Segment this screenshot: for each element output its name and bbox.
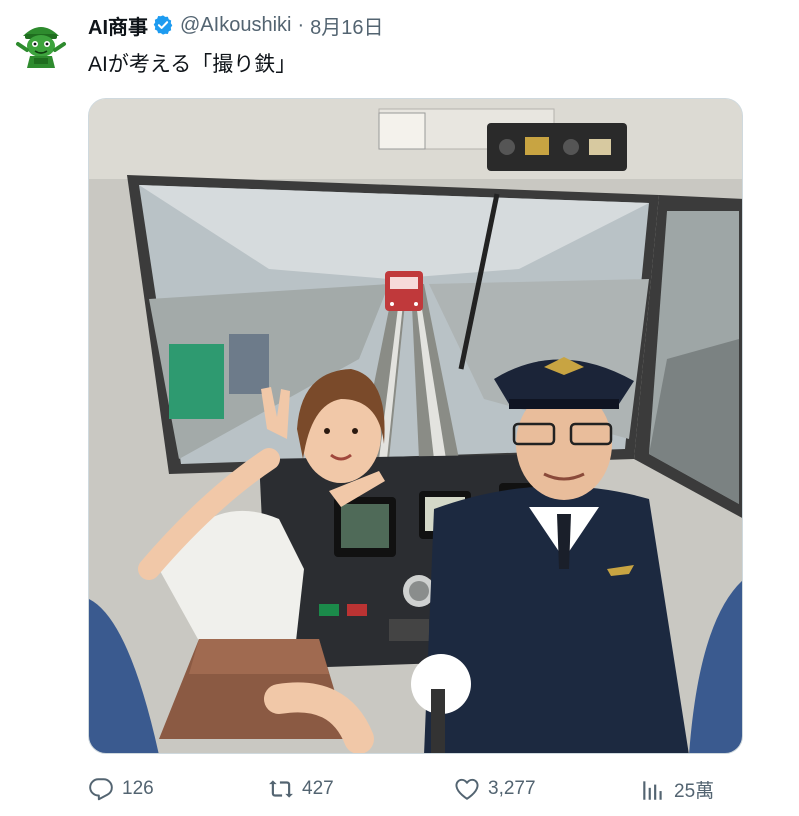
- speech-bubble-icon: [89, 778, 113, 801]
- tweet-text: AIが考える「撮り鉄」: [88, 53, 297, 76]
- verified-badge-icon: [152, 14, 174, 36]
- retweet-count: 427: [302, 778, 334, 799]
- like-count: 3,277: [488, 778, 536, 799]
- retweet-icon: [269, 780, 293, 798]
- view-count: 25萬: [674, 781, 715, 802]
- heart-icon: [455, 778, 479, 800]
- like-button[interactable]: 3,277: [454, 776, 536, 802]
- reply-count: 126: [122, 778, 154, 799]
- action-bar: 126 427 3,277 25萬: [88, 770, 748, 810]
- avatar[interactable]: [12, 14, 70, 72]
- display-name[interactable]: AI商事: [88, 11, 148, 40]
- views-button[interactable]: 25萬: [640, 776, 714, 803]
- tweet[interactable]: AI商事 @AIkoushiki · 8月16日 AIが考える「撮り鉄」 126…: [0, 0, 799, 816]
- handle[interactable]: @AIkoushiki: [180, 14, 291, 37]
- bar-chart-icon: [643, 780, 662, 800]
- tweet-header: AI商事 @AIkoushiki · 8月16日: [88, 11, 384, 40]
- reply-button[interactable]: 126: [88, 776, 154, 802]
- timestamp[interactable]: 8月16日: [310, 11, 383, 40]
- retweet-button[interactable]: 427: [268, 776, 334, 802]
- tweet-photo[interactable]: [88, 98, 743, 754]
- separator: ·: [297, 13, 305, 36]
